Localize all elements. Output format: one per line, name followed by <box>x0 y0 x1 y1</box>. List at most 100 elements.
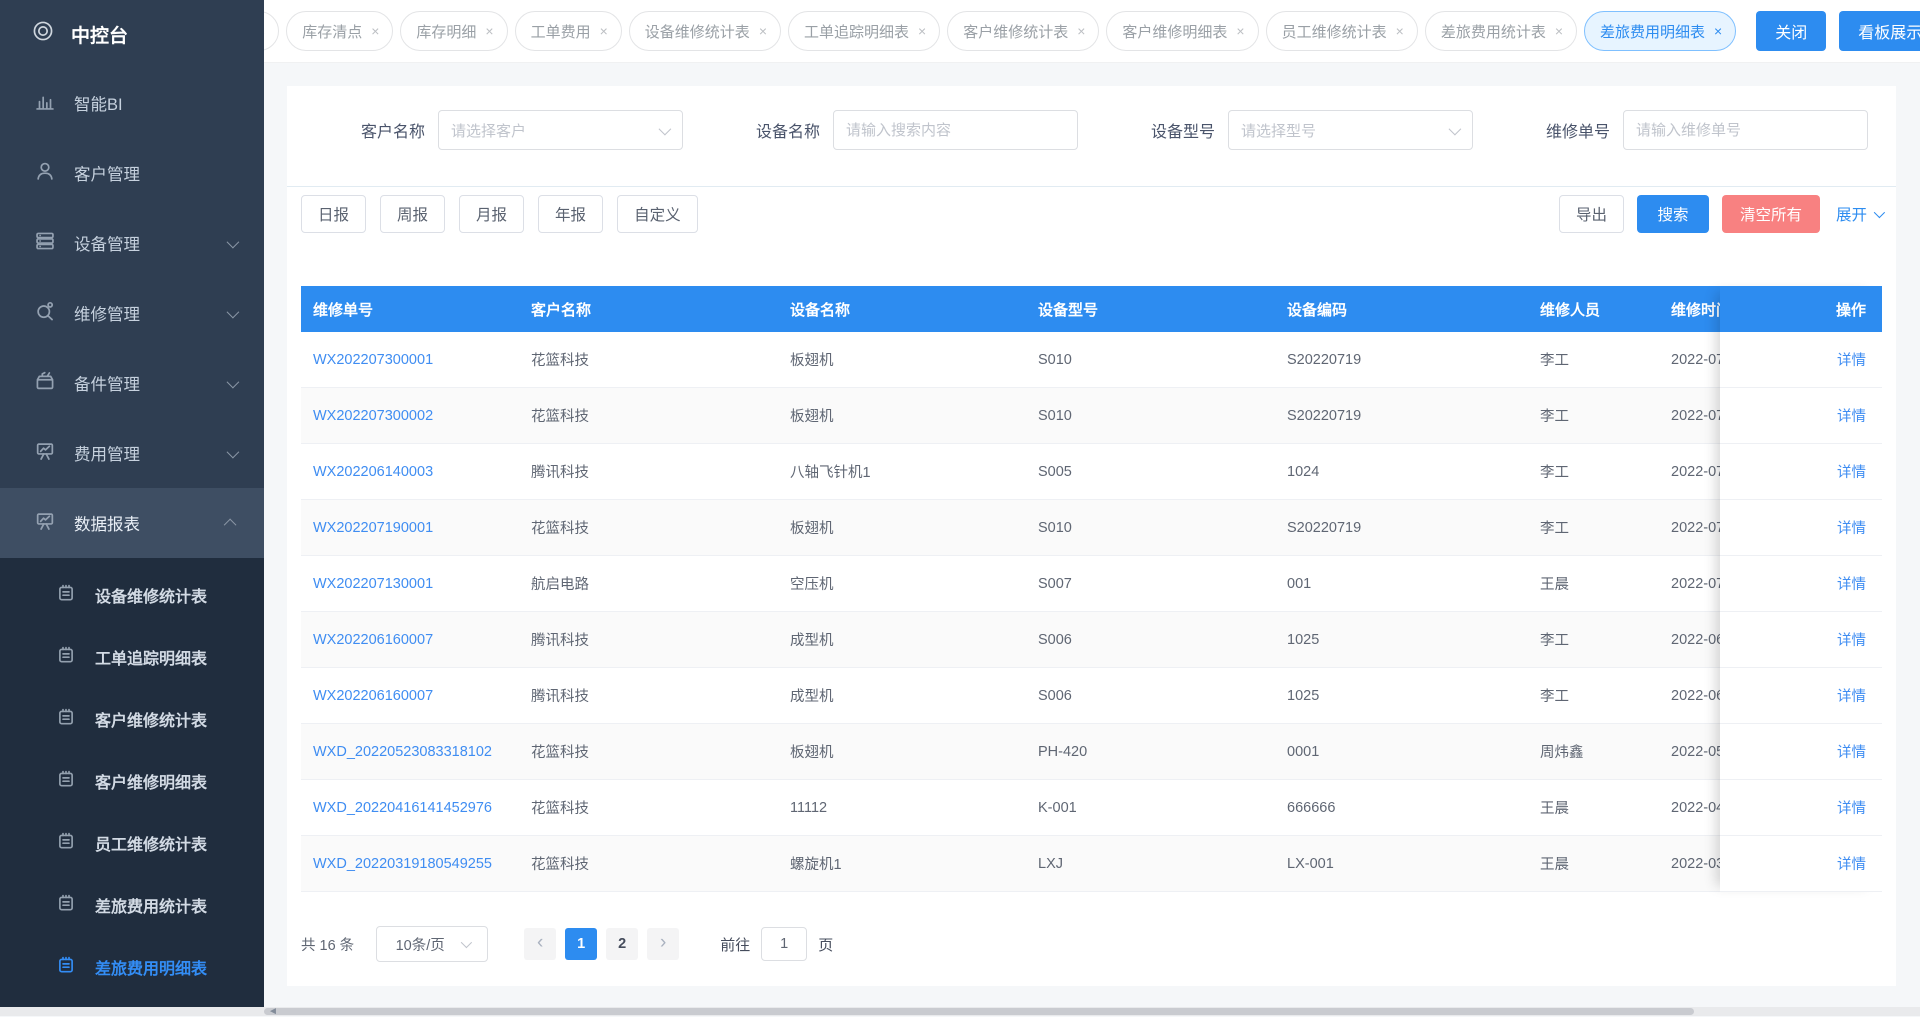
sidebar-subitem-customer-repair-stats[interactable]: 客户维修统计表 <box>0 688 264 750</box>
close-icon[interactable]: × <box>485 24 493 38</box>
tab-bar: × 库存清点 × 库存明细 × 工单费用 × 设备维修统计表 × 工单追踪明细表… <box>264 0 1920 63</box>
sidebar-item-customers[interactable]: 客户管理 <box>0 138 264 208</box>
close-icon[interactable]: × <box>918 24 926 38</box>
table-header: 维修单号 客户名称 设备名称 设备型号 设备编码 维修人员 维修时间 <box>301 286 1882 332</box>
export-button[interactable]: 导出 <box>1558 195 1624 233</box>
detail-link[interactable]: 详情 <box>1837 573 1866 594</box>
detail-link[interactable]: 详情 <box>1837 741 1866 762</box>
detail-link[interactable]: 详情 <box>1837 349 1866 370</box>
next-page-button[interactable]: › <box>647 928 680 960</box>
sidebar-subitem-label: 设备维修统计表 <box>95 589 208 606</box>
customer-select[interactable]: 请选择客户 <box>438 110 683 150</box>
custom-report-button[interactable]: 自定义 <box>617 195 698 233</box>
device-model-select[interactable]: 请选择型号 <box>1228 110 1473 150</box>
close-icon[interactable]: × <box>1396 24 1404 38</box>
chevron-down-icon <box>226 305 240 318</box>
horizontal-scrollbar[interactable] <box>0 1007 1920 1016</box>
tab-customer-repair-stats[interactable]: 客户维修统计表 × <box>947 11 1100 51</box>
tab-partial[interactable]: × <box>264 11 280 51</box>
tab-travel-expense-stats[interactable]: 差旅费用统计表 × <box>1424 11 1578 51</box>
filter-device-name: 设备名称 <box>696 110 1091 150</box>
close-button[interactable]: 关闭 <box>1756 11 1827 51</box>
yearly-report-button[interactable]: 年报 <box>538 195 604 233</box>
scrollbar-thumb[interactable] <box>264 1008 1694 1015</box>
goto-page-input[interactable] <box>761 927 808 961</box>
close-icon[interactable]: × <box>1555 24 1563 38</box>
order-link[interactable]: WX202207300002 <box>313 408 433 424</box>
console-icon <box>32 20 54 48</box>
code-cell: S20220719 <box>1287 351 1362 368</box>
column-header: 维修单号 <box>313 301 374 319</box>
order-link[interactable]: WX202206160007 <box>313 632 433 648</box>
clear-all-button[interactable]: 清空所有 <box>1721 195 1820 233</box>
sidebar-item-reports[interactable]: 数据报表 <box>0 488 264 558</box>
order-link[interactable]: WXD_20220319180549255 <box>313 856 492 872</box>
monthly-report-button[interactable]: 月报 <box>459 195 525 233</box>
order-link[interactable]: WX202207300001 <box>313 352 433 368</box>
order-link[interactable]: WXD_20220416141452976 <box>313 800 492 816</box>
sidebar-item-smart-bi[interactable]: 智能BI <box>0 68 264 138</box>
tab-staff-repair-stats[interactable]: 员工维修统计表 × <box>1265 11 1418 51</box>
order-link[interactable]: WXD_20220523083318102 <box>313 744 492 760</box>
close-icon[interactable]: × <box>1236 24 1244 38</box>
prev-page-button[interactable]: ‹ <box>524 928 557 960</box>
daily-report-button[interactable]: 日报 <box>301 195 367 233</box>
detail-link[interactable]: 详情 <box>1837 629 1866 650</box>
code-cell: LX-001 <box>1287 855 1334 872</box>
tab-inventory-detail[interactable]: 库存明细 × <box>400 11 508 51</box>
scroll-left-arrow-icon[interactable]: ◄ <box>268 1006 278 1017</box>
sidebar-subitem-travel-expense-stats[interactable]: 差旅费用统计表 <box>0 874 264 936</box>
table-row: WXD_20220319180549255 花篮科技 螺旋机1 LXJ LX-0… <box>301 836 1882 892</box>
order-link[interactable]: WX202206140003 <box>313 464 433 480</box>
sidebar-submenu: 设备维修统计表 工单追踪明细表 客户维修统计表 客户维修明细表 员工维修统计表 … <box>0 558 264 1008</box>
tab-travel-expense-detail[interactable]: 差旅费用明细表 × <box>1584 11 1737 51</box>
sidebar-subitem-device-repair-stats[interactable]: 设备维修统计表 <box>0 564 264 626</box>
detail-link[interactable]: 详情 <box>1837 461 1866 482</box>
detail-link[interactable]: 详情 <box>1837 853 1866 874</box>
sidebar-logo-label: 中控台 <box>71 25 129 47</box>
repair-order-input[interactable] <box>1623 110 1868 150</box>
weekly-report-button[interactable]: 周报 <box>380 195 446 233</box>
order-link[interactable]: WX202207190001 <box>313 520 433 536</box>
device-name-input[interactable] <box>833 110 1078 150</box>
close-icon[interactable]: × <box>759 24 767 38</box>
model-cell: S007 <box>1038 575 1072 592</box>
board-display-button[interactable]: 看板展示 <box>1839 11 1920 51</box>
sidebar-logo[interactable]: 中控台 <box>0 0 264 68</box>
notebook-icon <box>56 583 76 608</box>
tab-workorder-cost[interactable]: 工单费用 × <box>514 11 622 51</box>
sidebar-subitem-travel-expense-detail[interactable]: 差旅费用明细表 <box>0 936 264 998</box>
sidebar-item-expenses[interactable]: 费用管理 <box>0 418 264 488</box>
sidebar-subitem-staff-repair-stats[interactable]: 员工维修统计表 <box>0 812 264 874</box>
sidebar-item-devices[interactable]: 设备管理 <box>0 208 264 278</box>
page-button-1[interactable]: 1 <box>565 928 598 960</box>
order-link[interactable]: WX202207130001 <box>313 576 433 592</box>
customer-cell: 花篮科技 <box>531 521 589 537</box>
filter-customer: 客户名称 请选择客户 <box>301 110 696 150</box>
detail-link[interactable]: 详情 <box>1837 685 1866 706</box>
detail-link[interactable]: 详情 <box>1837 405 1866 426</box>
close-icon[interactable]: × <box>600 24 608 38</box>
close-icon[interactable]: × <box>371 24 379 38</box>
tab-workorder-tracking[interactable]: 工单追踪明细表 × <box>788 11 941 51</box>
tab-customer-repair-detail[interactable]: 客户维修明细表 × <box>1106 11 1259 51</box>
sidebar-subitem-workorder-tracking[interactable]: 工单追踪明细表 <box>0 626 264 688</box>
sidebar-item-spares[interactable]: 备件管理 <box>0 348 264 418</box>
sidebar-item-repairs[interactable]: 维修管理 <box>0 278 264 348</box>
detail-link[interactable]: 详情 <box>1837 797 1866 818</box>
close-icon[interactable]: × <box>1714 24 1722 38</box>
column-header: 设备编码 <box>1287 301 1348 319</box>
tab-device-repair-stats[interactable]: 设备维修统计表 × <box>628 11 781 51</box>
expand-link[interactable]: 展开 <box>1836 203 1886 225</box>
order-link[interactable]: WX202206160007 <box>313 688 433 704</box>
page-button-2[interactable]: 2 <box>606 928 639 960</box>
sidebar-item-label: 备件管理 <box>74 376 140 394</box>
detail-link[interactable]: 详情 <box>1837 517 1866 538</box>
model-cell: S010 <box>1038 519 1072 536</box>
page-size-select[interactable]: 10条/页 <box>376 926 489 962</box>
tab-inventory-check[interactable]: 库存清点 × <box>286 11 394 51</box>
close-icon[interactable]: × <box>264 24 265 38</box>
search-button[interactable]: 搜索 <box>1636 195 1709 233</box>
close-icon[interactable]: × <box>1077 24 1085 38</box>
sidebar-subitem-customer-repair-detail[interactable]: 客户维修明细表 <box>0 750 264 812</box>
